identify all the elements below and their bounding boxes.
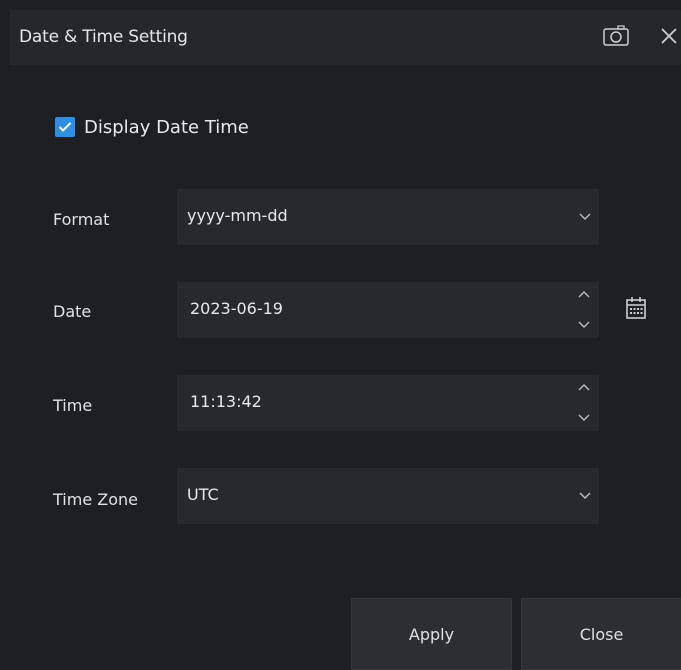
checkmark-icon bbox=[58, 122, 72, 132]
format-value: yyyy-mm-dd bbox=[187, 206, 288, 225]
dialog-title: Date & Time Setting bbox=[19, 27, 188, 47]
display-date-time-label: Display Date Time bbox=[84, 116, 249, 138]
display-date-time-checkbox[interactable] bbox=[55, 117, 75, 137]
display-date-time-option[interactable]: Display Date Time bbox=[55, 114, 249, 140]
title-bar: Date & Time Setting bbox=[10, 10, 681, 65]
chevron-down-icon[interactable] bbox=[577, 412, 591, 424]
camera-icon[interactable] bbox=[602, 25, 630, 47]
time-spinbox[interactable]: 11:13:42 bbox=[177, 375, 599, 431]
chevron-down-icon[interactable] bbox=[578, 489, 592, 503]
timezone-select[interactable]: UTC bbox=[177, 468, 599, 524]
close-icon[interactable] bbox=[657, 24, 681, 48]
time-label: Time bbox=[53, 396, 93, 415]
time-value: 11:13:42 bbox=[190, 392, 262, 411]
chevron-up-icon[interactable] bbox=[577, 288, 591, 300]
chevron-down-icon[interactable] bbox=[578, 210, 592, 224]
timezone-value: UTC bbox=[187, 485, 219, 504]
format-label: Format bbox=[53, 210, 110, 229]
timezone-label: Time Zone bbox=[53, 490, 138, 509]
format-select[interactable]: yyyy-mm-dd bbox=[177, 189, 599, 245]
date-time-dialog: Date & Time Setting Display Date Time Fo… bbox=[10, 10, 681, 670]
close-button[interactable]: Close bbox=[521, 598, 681, 670]
date-value: 2023-06-19 bbox=[190, 299, 283, 318]
calendar-icon[interactable] bbox=[625, 296, 647, 320]
chevron-up-icon[interactable] bbox=[577, 381, 591, 393]
apply-button[interactable]: Apply bbox=[351, 598, 512, 670]
date-label: Date bbox=[53, 302, 92, 321]
date-spinbox[interactable]: 2023-06-19 bbox=[177, 282, 599, 338]
chevron-down-icon[interactable] bbox=[577, 319, 591, 331]
